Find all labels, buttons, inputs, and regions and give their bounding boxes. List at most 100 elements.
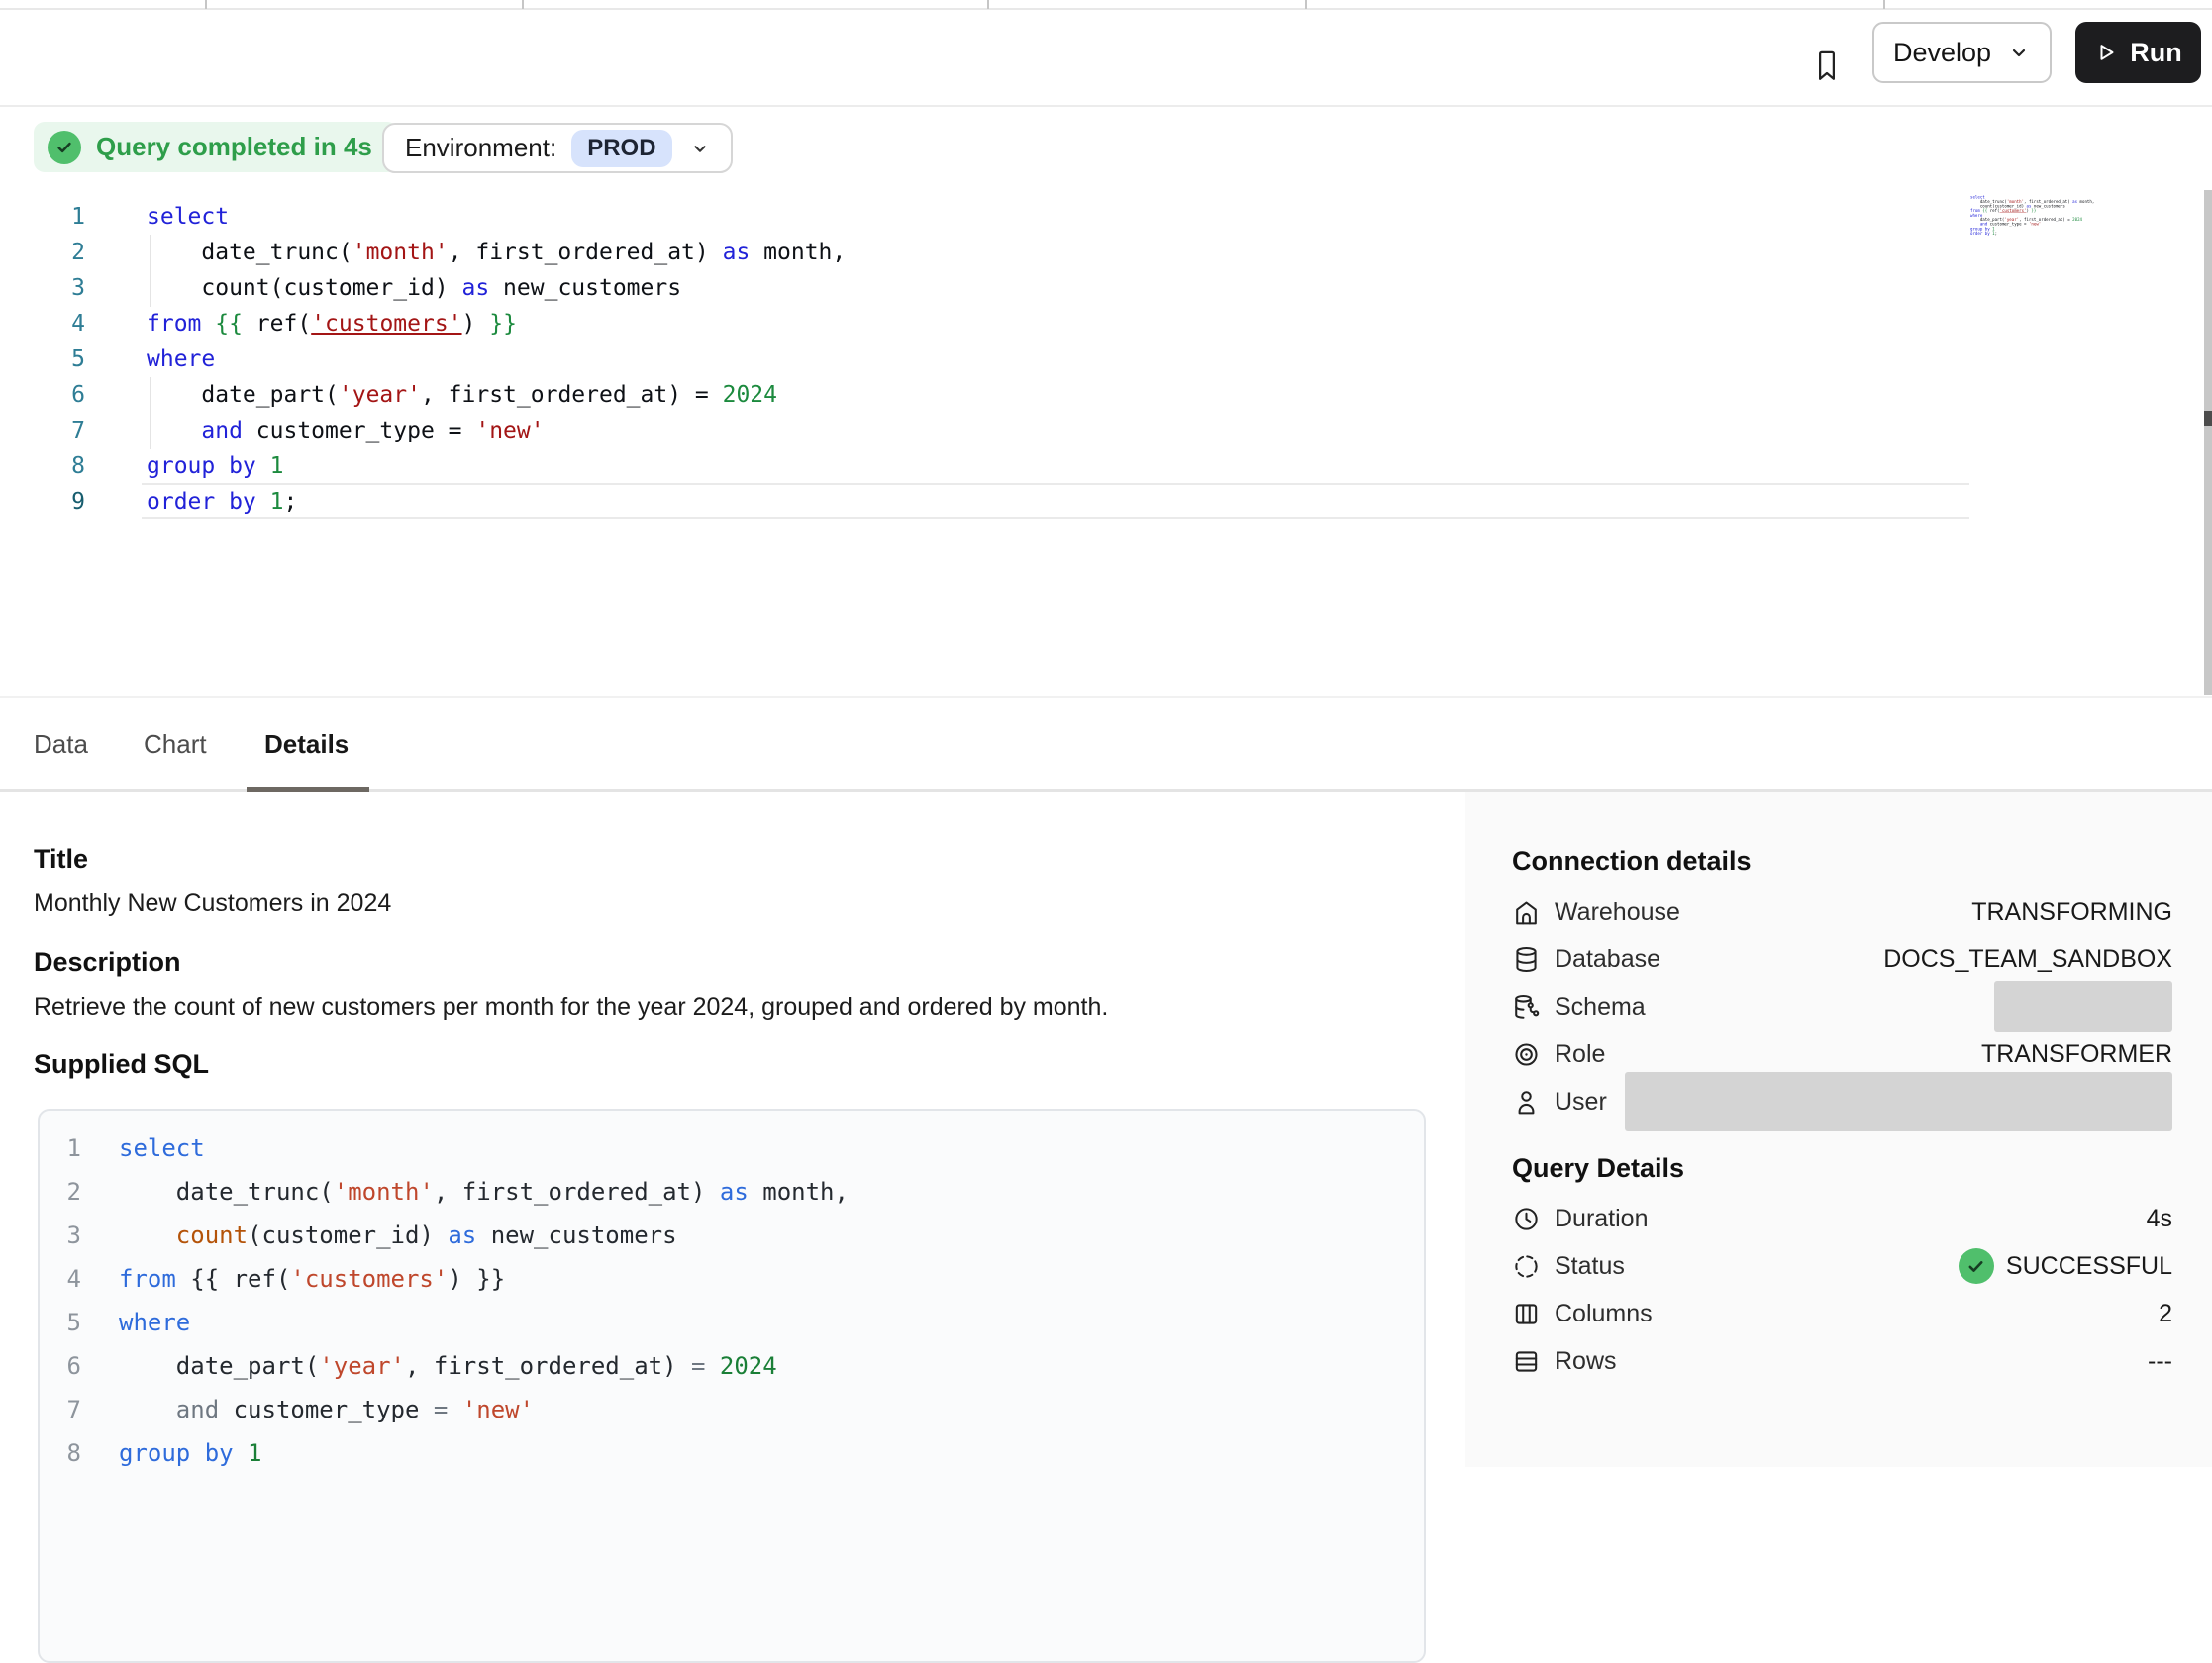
code-token: [147, 418, 201, 443]
code-token: and: [201, 418, 243, 443]
results-tabs: Data Chart Details: [0, 696, 2212, 792]
code-token: as: [448, 1222, 476, 1249]
code-token: 'year': [339, 382, 421, 408]
bookmark-icon: [1812, 49, 1842, 82]
editor-lines: 1select2 date_trunc('month', first_order…: [0, 199, 846, 520]
code-token: count(customer_id): [147, 275, 462, 301]
code-token: {{ ref(: [176, 1265, 291, 1293]
line-number: 6: [40, 1352, 81, 1380]
code-token: 2024: [720, 1352, 777, 1380]
code-token: 'customers': [290, 1265, 448, 1293]
minimap-line: order by 1;: [1970, 231, 2014, 236]
code-token: {{: [215, 311, 243, 337]
code-token: as: [723, 240, 751, 265]
line-number: 3: [40, 1222, 81, 1249]
editor-scrollbar-handle[interactable]: [2204, 411, 2212, 426]
toolbar: Develop Run: [0, 12, 2212, 107]
detail-value: [1994, 981, 2172, 1032]
redacted-value: [1994, 981, 2172, 1032]
role-icon: [1512, 1040, 1541, 1069]
code-token: new_customers: [476, 1222, 676, 1249]
code-line: 7 and customer_type = 'new': [40, 1388, 1424, 1431]
code-token: [256, 489, 270, 515]
description-value: Retrieve the count of new customers per …: [34, 992, 1108, 1022]
detail-value: DOCS_TEAM_SANDBOX: [1883, 945, 2172, 974]
code-line: 4from {{ ref('customers') }}: [0, 306, 846, 342]
code-line: 1select: [40, 1126, 1424, 1170]
connection-details-heading: Connection details: [1512, 844, 2172, 878]
tab-chart[interactable]: Chart: [144, 698, 207, 791]
line-number: 5: [0, 346, 85, 372]
code-token: , first_ordered_at): [405, 1352, 691, 1380]
query-row-columns: Columns2: [1512, 1290, 2172, 1337]
database-icon: [1512, 945, 1541, 974]
query-row-duration: Duration4s: [1512, 1195, 2172, 1242]
supplied-sql-lines: 1select2 date_trunc('month', first_order…: [40, 1126, 1424, 1475]
code-token: ): [462, 311, 490, 337]
code-token: month,: [749, 1178, 849, 1206]
code-token: [119, 1396, 176, 1423]
bookmark-button[interactable]: [1806, 45, 1848, 86]
line-number: 7: [0, 418, 85, 443]
connection-row-database: Database DOCS_TEAM_SANDBOX: [1512, 935, 2172, 983]
code-token: customer_type: [219, 1396, 434, 1423]
line-number: 8: [40, 1439, 81, 1467]
tab-data[interactable]: Data: [34, 698, 88, 791]
editor-scrollbar-track[interactable]: [2204, 190, 2212, 695]
code-token: 1: [270, 489, 284, 515]
code-line: 4from {{ ref('customers') }}: [40, 1257, 1424, 1301]
code-token: and: [176, 1396, 219, 1423]
code-token: month,: [750, 240, 846, 265]
tab-divider: [1305, 0, 1307, 9]
tab-details[interactable]: Details: [264, 698, 349, 791]
detail-label: Schema: [1555, 993, 1646, 1022]
code-token: 'year': [319, 1352, 405, 1380]
editor-minimap[interactable]: select date_trunc('month', first_ordered…: [1970, 195, 2099, 241]
detail-value: ---: [2148, 1347, 2172, 1376]
run-button[interactable]: Run: [2075, 22, 2201, 83]
code-token: , first_ordered_at) =: [421, 382, 723, 408]
detail-value: TRANSFORMING: [1971, 898, 2172, 927]
code-line: 2 date_trunc('month', first_ordered_at) …: [40, 1170, 1424, 1214]
environment-selector[interactable]: Environment: PROD: [382, 123, 733, 173]
run-label: Run: [2130, 38, 2181, 68]
develop-label: Develop: [1893, 38, 1991, 68]
code-editor[interactable]: 1select2 date_trunc('month', first_order…: [0, 180, 2212, 696]
tab-divider: [205, 0, 207, 9]
develop-menu-button[interactable]: Develop: [1872, 22, 2052, 83]
code-token: =: [691, 1352, 705, 1380]
connection-row-user: User: [1512, 1078, 2172, 1125]
code-token: [234, 1439, 248, 1467]
detail-value: SUCCESSFUL: [1959, 1248, 2172, 1284]
line-number: 3: [0, 275, 85, 301]
detail-label: Role: [1555, 1040, 1605, 1069]
detail-label: User: [1555, 1088, 1607, 1117]
query-status-text: Query completed in 4s: [96, 132, 372, 162]
code-token: date_part(: [147, 382, 339, 408]
user-icon: [1512, 1088, 1541, 1117]
duration-icon: [1512, 1205, 1541, 1233]
ref-link[interactable]: 'customers': [311, 311, 461, 337]
detail-label: Database: [1555, 945, 1660, 974]
code-token: select: [119, 1134, 205, 1162]
line-number: 6: [0, 382, 85, 408]
schema-icon: [1512, 993, 1541, 1022]
code-token: 'month': [334, 1178, 434, 1206]
code-token: date_trunc(: [119, 1178, 334, 1206]
code-token: 'new': [475, 418, 544, 443]
code-token: where: [147, 346, 215, 372]
code-token: 'month': [352, 240, 449, 265]
details-panel: Title Monthly New Customers in 2024 Desc…: [0, 792, 1465, 1467]
environment-value-chip: PROD: [571, 130, 671, 167]
columns-icon: [1512, 1300, 1541, 1328]
line-number: 2: [40, 1178, 81, 1206]
code-token: group by: [119, 1439, 234, 1467]
code-token: 1: [248, 1439, 261, 1467]
title-heading: Title: [34, 842, 88, 876]
line-number: 8: [0, 453, 85, 479]
code-token: order by: [147, 489, 256, 515]
status-icon: [1512, 1252, 1541, 1281]
detail-value: 2: [2159, 1300, 2172, 1328]
environment-label: Environment:: [405, 133, 556, 163]
code-token: ;: [284, 489, 298, 515]
